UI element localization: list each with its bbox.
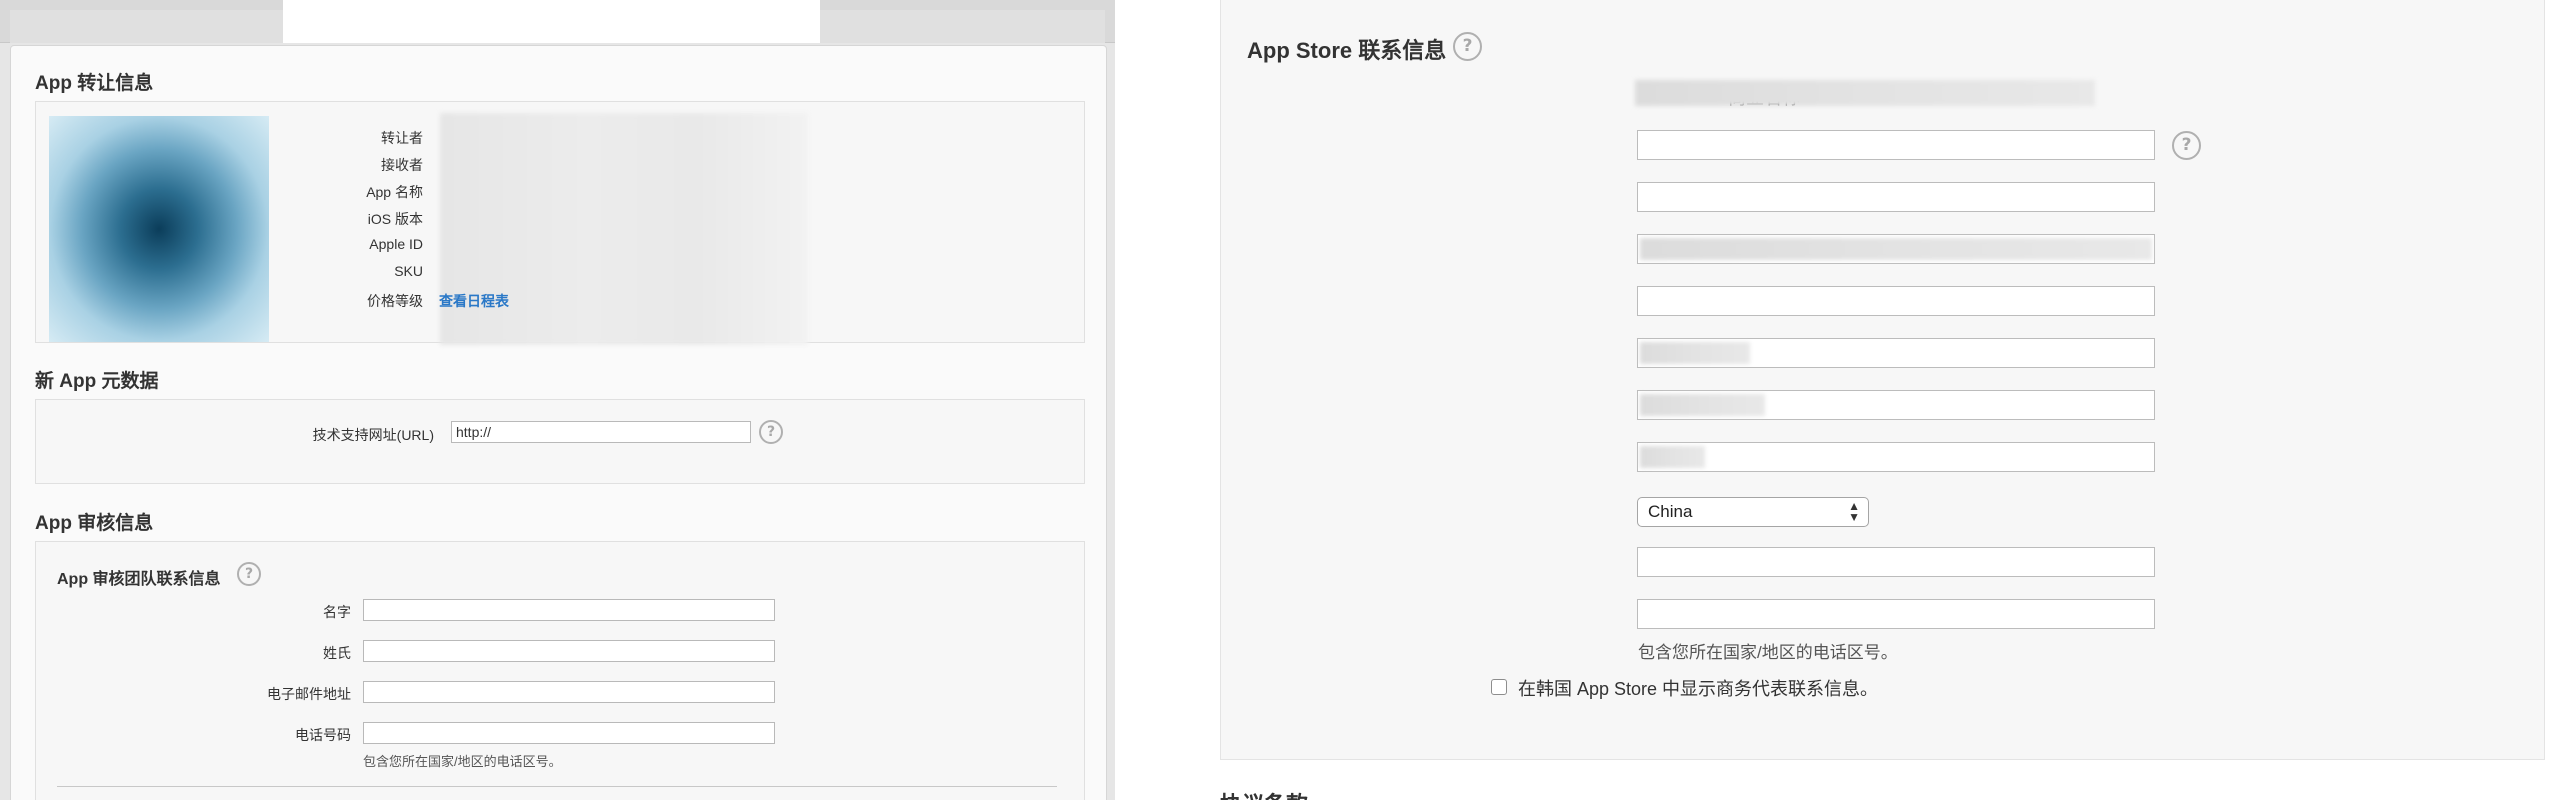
review-section-title: App 审核信息 [35,513,154,534]
left-card: App 转让信息 转让者 接收者 App 名称 iOS 版本 Apple ID … [10,45,1107,800]
tab-right[interactable] [820,10,1105,43]
review-phone-label: 电话号码 [295,727,351,743]
right-panel: App Store 联系信息 ? 商业名称 商务代表名字 ? 商务代表姓氏 地址… [1180,0,2565,800]
transfer-section-title: App 转让信息 [35,73,154,94]
tab-left[interactable] [10,10,283,43]
review-email-label: 电子邮件地址 [267,686,351,702]
address2-input[interactable] [1637,286,2155,316]
city-value-redacted [1640,342,1750,364]
support-url-label: 技术支持网址(URL) [312,427,434,443]
label-price-tier: 价格等级 [367,293,423,309]
review-last-name-input[interactable] [363,640,775,662]
address1-value-redacted [1640,238,2152,260]
business-name-value-redacted [1635,80,2095,106]
label-app-name: App 名称 [366,184,423,200]
postal-code-input[interactable] [1637,442,2155,472]
view-schedule-link[interactable]: 查看日程表 [439,291,509,311]
review-first-name-label: 名字 [323,604,351,620]
phone-input[interactable] [1637,599,2155,629]
label-apple-id: Apple ID [369,236,423,252]
left-panel: App 转让信息 转让者 接收者 App 名称 iOS 版本 Apple ID … [0,0,1115,800]
review-email-input[interactable] [363,681,775,703]
select-arrows-icon: ▲ ▼ [1848,499,1860,524]
review-contact-title: App 审核团队联系信息 [57,571,221,588]
label-sku: SKU [394,263,423,279]
rep-name-help-icon[interactable]: ? [2172,131,2201,160]
review-contact-help-icon[interactable]: ? [237,562,261,586]
agreement-section-title: 协议条款 [1220,787,1308,800]
rep-last-name-input[interactable] [1637,182,2155,212]
review-phone-input[interactable] [363,722,775,744]
rep-first-name-input[interactable] [1637,130,2155,160]
support-url-input[interactable] [451,421,751,443]
province-value-redacted [1640,394,1765,416]
tab-active[interactable] [283,0,820,43]
label-recipient: 接收者 [381,157,423,173]
phone-hint: 包含您所在国家/地区的电话区号。 [1638,643,1898,662]
email-input[interactable] [1637,547,2155,577]
panel-divider [1115,0,1180,800]
review-last-name-label: 姓氏 [323,645,351,661]
metadata-section-title: 新 App 元数据 [35,371,159,392]
contact-help-icon[interactable]: ? [1453,32,1482,61]
country-select[interactable]: China ▲ ▼ [1637,497,1869,527]
label-ios-version: iOS 版本 [367,211,423,227]
review-phone-hint: 包含您所在国家/地区的电话区号。 [363,754,562,769]
postal-code-value-redacted [1640,446,1705,468]
korea-display-checkbox-label: 在韩国 App Store 中显示商务代表联系信息。 [1518,679,1879,699]
review-first-name-input[interactable] [363,599,775,621]
contact-section-title: App Store 联系信息 [1247,38,1447,63]
country-selected-value: China [1648,502,1693,521]
tab-bar [0,0,1115,43]
korea-display-checkbox[interactable] [1491,679,1507,695]
support-url-help-icon[interactable]: ? [759,420,783,444]
label-transferor: 转让者 [381,130,423,146]
review-divider [57,786,1057,787]
